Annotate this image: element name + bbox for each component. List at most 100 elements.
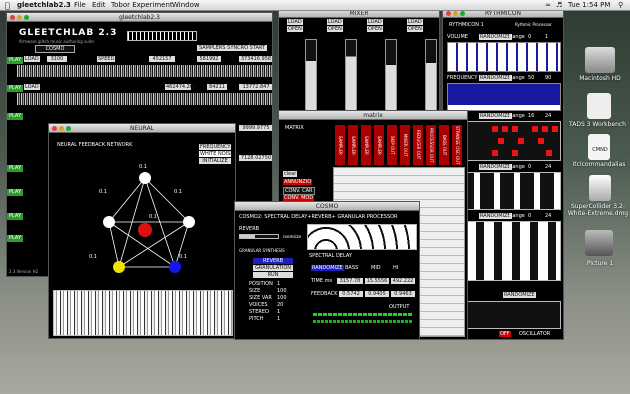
keyboard-strip[interactable] [127, 31, 197, 41]
load-button[interactable]: LOAD [24, 84, 40, 90]
neural-titlebar[interactable]: NEURAL [49, 124, 235, 133]
matrix-row-label[interactable]: CONV. CAR [283, 187, 315, 195]
zoom-button[interactable] [66, 126, 71, 131]
waveform[interactable] [17, 65, 272, 77]
step-cell[interactable] [546, 150, 552, 156]
step-cell[interactable] [552, 126, 558, 132]
clock[interactable]: Tue 1:54 PM [568, 0, 610, 11]
randomize-button[interactable]: RANDOMIZE [479, 164, 512, 170]
range-max[interactable]: 24 [545, 164, 551, 170]
apple-menu-icon[interactable]:  [5, 0, 10, 11]
granulation-mode-button[interactable]: GRANULATION [253, 265, 293, 271]
randomize-button[interactable]: RANDOMIZE [479, 34, 512, 40]
range-value[interactable]: 0 [528, 164, 531, 170]
param-value[interactable]: 1 [277, 281, 280, 287]
spotlight-icon[interactable]: ⚲ [618, 0, 623, 11]
step-cell[interactable] [492, 126, 498, 132]
feedback-field[interactable]: 0.9463 [391, 291, 415, 297]
rythm-bars[interactable] [447, 42, 561, 72]
param-value[interactable]: 100 [277, 288, 287, 294]
randomize-button[interactable]: RANDOMIZE [479, 213, 512, 219]
neural-network-graph[interactable] [79, 162, 219, 292]
play-button[interactable]: PLAY [7, 113, 24, 120]
document-icon[interactable] [587, 93, 611, 119]
step-cell[interactable] [502, 126, 508, 132]
load-button[interactable]: LOAD [24, 56, 40, 62]
minimize-button[interactable] [453, 11, 458, 16]
zoom-button[interactable] [24, 15, 29, 20]
time-field[interactable]: 492.222 [391, 278, 415, 284]
value-field[interactable]: 3100 [47, 56, 67, 62]
neuron-node[interactable] [183, 216, 195, 228]
picture-icon[interactable] [585, 230, 613, 256]
step-cell[interactable] [532, 126, 538, 132]
play-button[interactable]: PLAY [7, 85, 24, 92]
close-button[interactable] [10, 15, 15, 20]
waveform[interactable] [17, 93, 272, 105]
time-field[interactable]: 15.5556 [365, 278, 389, 284]
time-field[interactable]: 3157.78 [337, 278, 363, 284]
menu-file[interactable]: File [74, 0, 86, 11]
matrix-row-label[interactable]: ANNUNZIO [283, 179, 313, 185]
param-value[interactable]: 20 [277, 302, 283, 308]
value-field[interactable]: 7128.02750 [239, 155, 272, 161]
play-button[interactable]: PLAY [7, 165, 24, 172]
range-max[interactable]: 90 [545, 75, 551, 81]
wifi-icon[interactable]: ≈ [545, 0, 551, 11]
white-noise-option[interactable]: WHITE NOISE [199, 151, 233, 157]
cosmo-titlebar[interactable]: COSMO [235, 202, 419, 211]
volume-icon[interactable]: ♬ [556, 0, 562, 11]
open-button[interactable]: OPEN [287, 26, 303, 32]
roomsize-slider[interactable] [239, 234, 279, 239]
frequency-option[interactable]: FREQUENCY [199, 144, 231, 150]
load-button[interactable]: LOAD [407, 19, 423, 25]
minimize-button[interactable] [17, 15, 22, 20]
menu-window[interactable]: Window [172, 0, 200, 11]
app-menu[interactable]: gleetchlab2.3 [17, 0, 71, 11]
param-value[interactable]: 1 [277, 309, 280, 315]
matrix-clear-button[interactable]: clear [283, 171, 298, 177]
value-field[interactable]: 581992 [197, 56, 221, 62]
neuron-node[interactable] [103, 216, 115, 228]
param-value[interactable]: 1 [277, 316, 280, 322]
open-button[interactable]: OPEN [367, 26, 383, 32]
disk-image-icon[interactable] [589, 175, 611, 201]
hard-drive-icon[interactable] [585, 47, 615, 73]
value-field[interactable]: 462474.262 [165, 84, 196, 90]
step-cell[interactable] [492, 150, 498, 156]
value-field[interactable]: 9999.9775 [239, 125, 272, 131]
matrix-titlebar[interactable]: matrix [279, 111, 467, 120]
step-cell[interactable] [518, 138, 524, 144]
feedback-field[interactable]: 0.5742 [339, 291, 363, 297]
play-button[interactable]: PLAY [7, 235, 24, 242]
weight-value[interactable]: 0.1 [179, 254, 187, 260]
weight-value[interactable]: 0.1 [89, 254, 97, 260]
main-titlebar[interactable]: gleetchlab2.3 [7, 13, 272, 22]
range-value[interactable]: 50 [528, 75, 534, 81]
menu-edit[interactable]: Edit [92, 0, 106, 11]
value-field[interactable]: 373416.958 [239, 56, 272, 62]
play-button[interactable]: PLAY [7, 189, 24, 196]
weight-value[interactable]: 0.1 [174, 189, 182, 195]
step-cell[interactable] [538, 138, 544, 144]
neuron-node[interactable] [169, 261, 181, 273]
load-button[interactable]: LOAD [367, 19, 383, 25]
value-field[interactable]: 84211 [207, 84, 227, 90]
preset-select[interactable]: COSMO [35, 45, 75, 53]
randomize-button[interactable]: RANDOMIZE [479, 113, 512, 119]
value-field[interactable]: 13772.847 [239, 84, 272, 90]
range-max[interactable]: 24 [545, 213, 551, 219]
zoom-button[interactable] [460, 11, 465, 16]
reverb-mode-button[interactable]: REVERB [253, 258, 293, 264]
rythm-bars[interactable] [447, 83, 561, 111]
param-value[interactable]: 100 [277, 295, 287, 301]
play-button[interactable]: PLAY [7, 213, 24, 220]
randomize-button[interactable]: RANDOMIZE [503, 292, 536, 298]
run-button[interactable]: RUN [253, 272, 293, 278]
range-value[interactable]: 0 [528, 34, 531, 40]
spectral-randomize-button[interactable]: RANDOMIZE [311, 265, 344, 271]
open-button[interactable]: OPEN [327, 26, 343, 32]
weight-value[interactable]: 0.1 [149, 214, 157, 220]
feedback-field[interactable]: 0.9405 [365, 291, 389, 297]
weight-value[interactable]: 0.1 [139, 164, 147, 170]
